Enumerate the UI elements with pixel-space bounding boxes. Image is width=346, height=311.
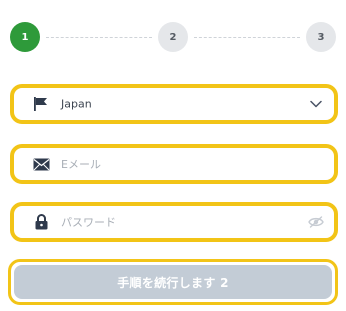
email-field[interactable]: Eメール <box>10 144 338 184</box>
lock-icon <box>32 213 50 231</box>
chevron-down-icon[interactable] <box>308 96 324 112</box>
step-connector <box>46 37 152 38</box>
email-placeholder: Eメール <box>61 158 101 171</box>
step-3-indicator: 3 <box>306 22 336 52</box>
envelope-icon <box>32 155 50 173</box>
step-2-indicator: 2 <box>158 22 188 52</box>
country-select[interactable]: Japan <box>10 84 338 124</box>
step-1-indicator: 1 <box>10 22 40 52</box>
progress-stepper: 1 2 3 <box>0 0 346 80</box>
country-value: Japan <box>61 97 92 111</box>
password-field[interactable]: パスワード <box>10 202 338 242</box>
flag-icon <box>32 95 50 113</box>
password-placeholder: パスワード <box>61 216 116 229</box>
submit-button-highlight: 手順を続行します 2 <box>8 259 338 305</box>
step-connector <box>194 37 300 38</box>
continue-button[interactable]: 手順を続行します 2 <box>14 265 332 299</box>
eye-off-icon[interactable] <box>308 214 324 230</box>
